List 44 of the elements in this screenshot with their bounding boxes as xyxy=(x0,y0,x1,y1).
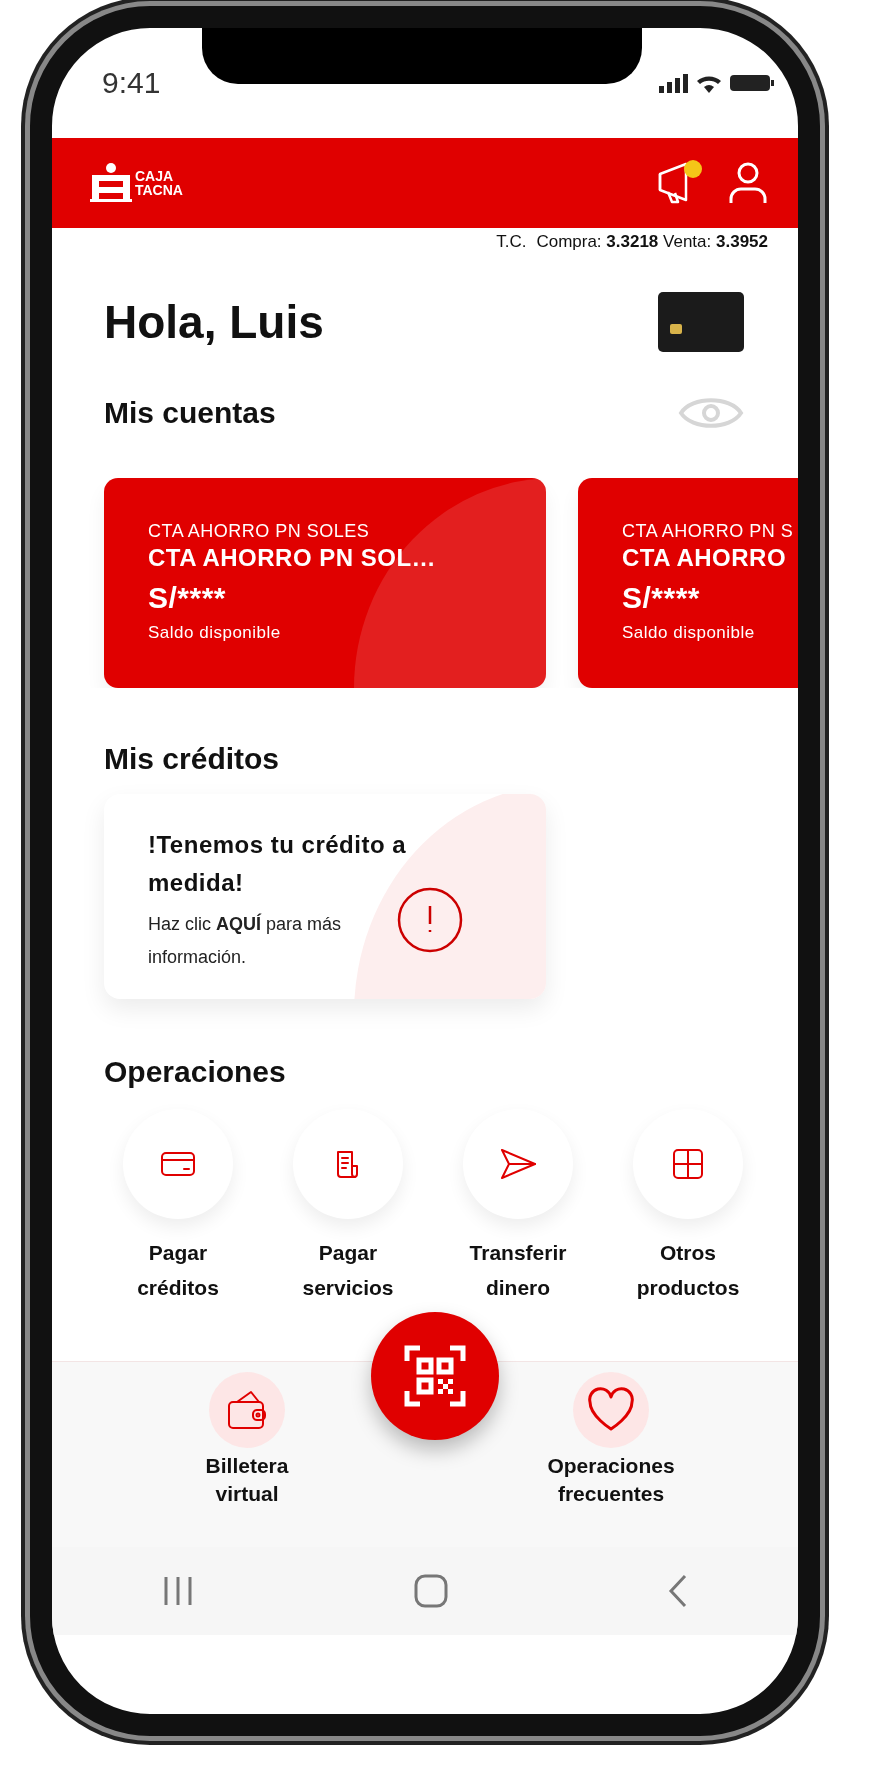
account-card[interactable]: CTA AHORRO PN S CTA AHORRO S/**** Saldo disponible xyxy=(578,478,798,688)
account-card[interactable]: CTA AHORRO PN SOLES CTA AHORRO PN SOL… S/**** Saldo disponible xyxy=(104,478,546,688)
alert-icon xyxy=(396,886,464,954)
wallet-icon xyxy=(225,1388,269,1432)
account-name: CTA AHORRO PN SOL… xyxy=(148,542,438,573)
grid-icon xyxy=(671,1147,705,1181)
greeting: Hola, Luis xyxy=(104,295,324,349)
home-icon[interactable] xyxy=(414,1574,448,1608)
balance-label: Saldo disponible xyxy=(148,622,282,644)
account-type: CTA AHORRO PN S xyxy=(622,520,795,543)
section-title: Mis créditos xyxy=(104,742,280,776)
debit-card-thumbnail[interactable] xyxy=(658,292,744,352)
qr-code-icon xyxy=(404,1345,466,1407)
exchange-label: T.C. xyxy=(496,232,527,252)
recent-apps-icon[interactable] xyxy=(162,1575,194,1607)
balance-label: Saldo disponible xyxy=(622,622,756,644)
nav-item[interactable]: Billetera virtual xyxy=(172,1372,322,1547)
send-icon xyxy=(499,1147,537,1181)
promo-title: !Tenemos tu crédito a medida! xyxy=(148,830,408,898)
promo-text: Haz clic AQUÍ para más información. xyxy=(148,912,343,969)
section-title: Operaciones xyxy=(104,1055,286,1089)
brand-logo: CAJA TACNA xyxy=(90,163,183,203)
status-time: 9:41 xyxy=(102,66,161,100)
megaphone-icon[interactable] xyxy=(656,160,702,206)
account-type: CTA AHORRO PN SOLES xyxy=(148,520,371,543)
operation-label: Transferir dinero xyxy=(468,1240,568,1301)
exchange-rate: Compra: 3.3218 Venta: 3.3952 xyxy=(536,232,768,252)
credit-promo-card[interactable]: !Tenemos tu crédito a medida! Haz clic AQUÍ para más información. xyxy=(104,794,546,999)
operation-label: Pagar servicios xyxy=(301,1240,395,1301)
operation-label: Pagar créditos xyxy=(136,1240,220,1301)
account-name: CTA AHORRO xyxy=(622,542,788,573)
qr-scan-button[interactable] xyxy=(371,1312,499,1440)
user-icon[interactable] xyxy=(728,161,768,205)
back-icon[interactable] xyxy=(668,1574,688,1608)
operation-label: Otros productos xyxy=(635,1240,741,1301)
wifi-icon xyxy=(696,73,722,93)
card-icon xyxy=(160,1150,196,1178)
signal-icon xyxy=(659,73,688,93)
account-balance: S/**** xyxy=(622,579,702,616)
account-balance: S/**** xyxy=(148,579,228,616)
nav-item[interactable]: Operaciones frecuentes xyxy=(536,1372,686,1547)
battery-icon xyxy=(730,75,774,91)
heart-icon xyxy=(586,1387,636,1433)
section-title: Mis cuentas xyxy=(104,396,276,430)
